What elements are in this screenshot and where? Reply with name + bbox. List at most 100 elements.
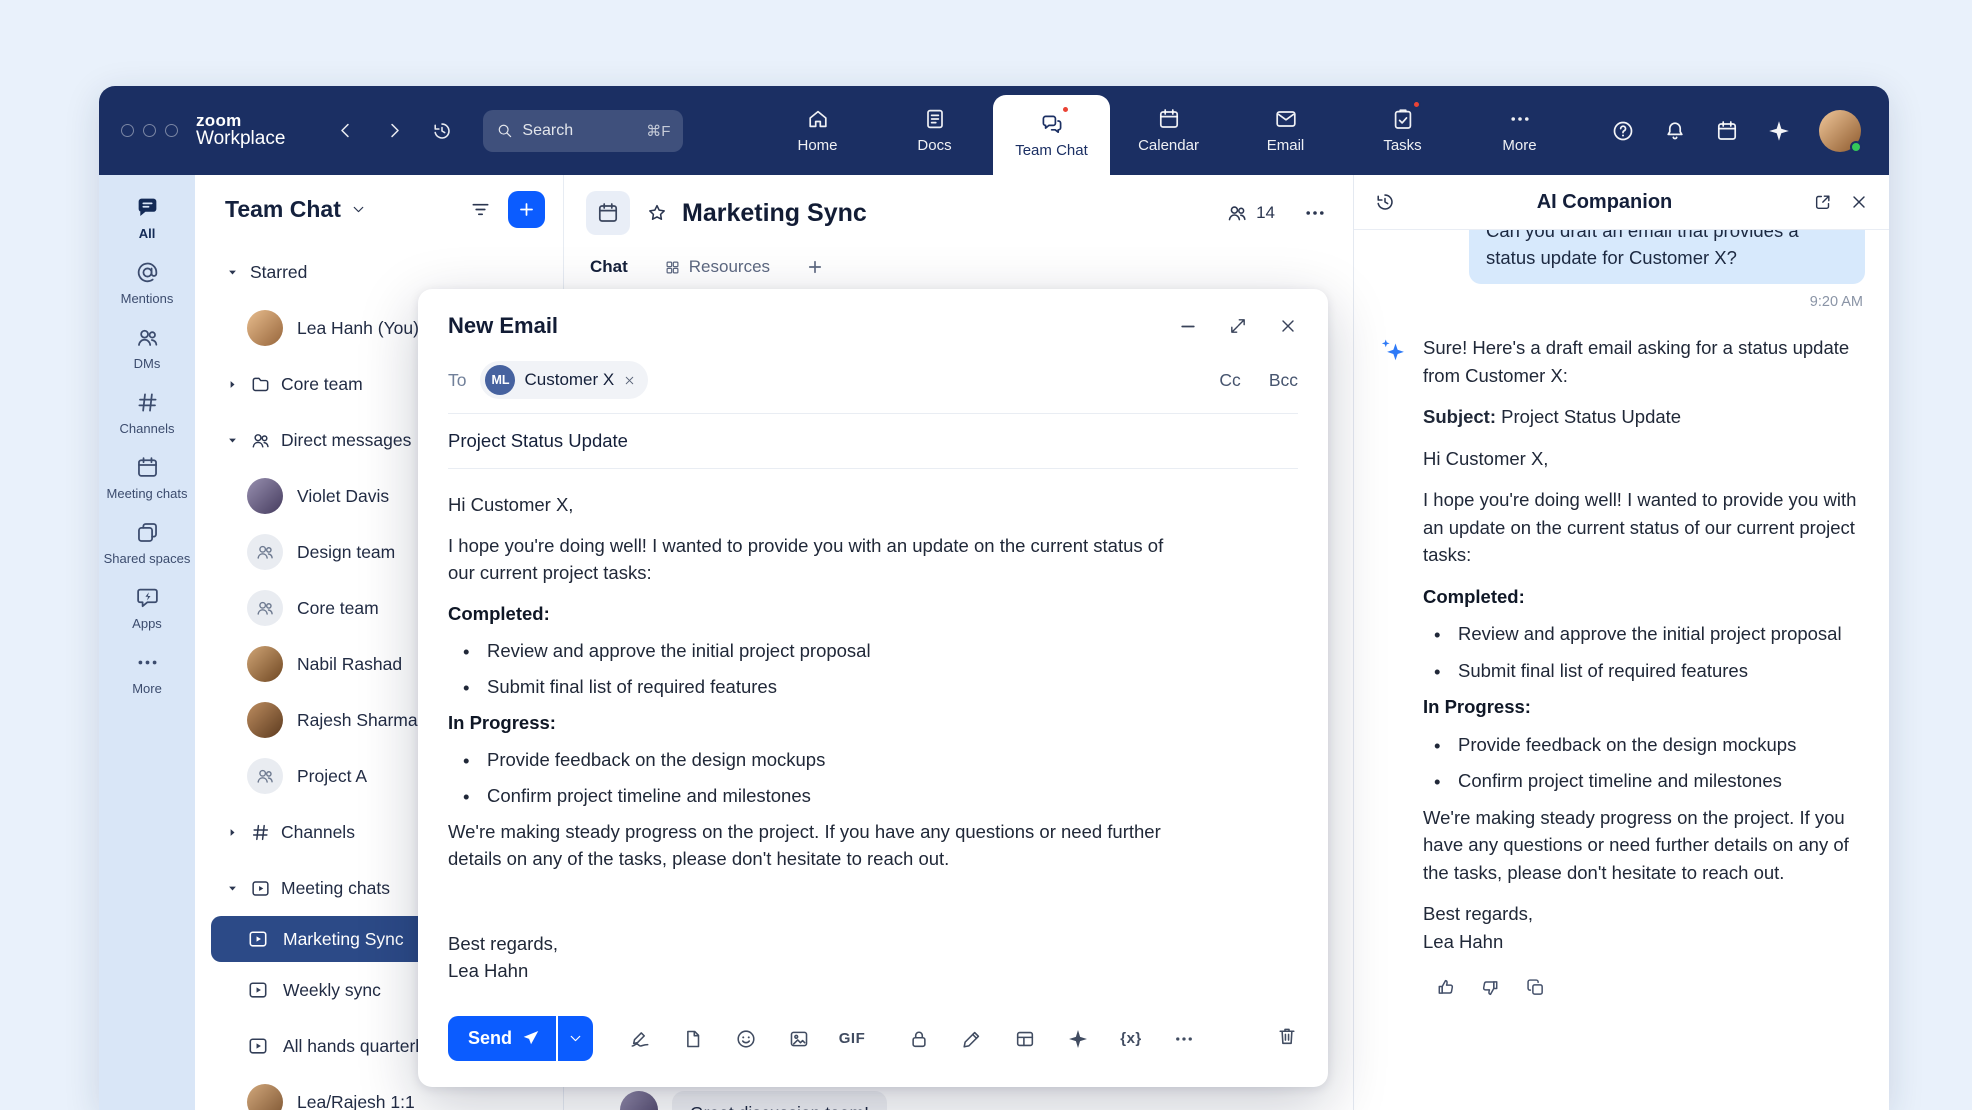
to-field[interactable]: To ML Customer X Cc Bcc — [448, 355, 1298, 414]
more-dots-icon — [1508, 107, 1532, 131]
bullet-item: •Submit final list of required features — [448, 673, 1188, 700]
image-button[interactable] — [788, 1028, 810, 1050]
close-icon[interactable] — [1849, 192, 1869, 212]
compose-body[interactable]: Hi Customer X,I hope you're doing well! … — [448, 469, 1188, 1002]
shared-icon — [135, 520, 160, 545]
tab-calendar[interactable]: Calendar — [1110, 86, 1227, 175]
user-avatar[interactable] — [1819, 110, 1861, 152]
tab-email[interactable]: Email — [1227, 86, 1344, 175]
text-line: Hi Customer X, — [1423, 445, 1865, 473]
bullet-dot: • — [462, 637, 475, 650]
ai-response-body: Sure! Here's a draft email asking for a … — [1423, 334, 1865, 955]
tab-more[interactable]: More — [1461, 86, 1578, 175]
tab-tasks[interactable]: Tasks — [1344, 86, 1461, 175]
bullet-dot: • — [1433, 620, 1446, 633]
remove-recipient-icon[interactable] — [623, 374, 636, 387]
rail-item-shared-spaces[interactable]: Shared spaces — [99, 520, 195, 567]
cc-button[interactable]: Cc — [1219, 370, 1240, 391]
bcc-button[interactable]: Bcc — [1269, 370, 1298, 391]
people-icon — [135, 325, 160, 350]
subject-field[interactable]: Project Status Update — [448, 414, 1298, 469]
tab-chat[interactable]: Chat — [590, 257, 628, 277]
sparkle-button[interactable] — [1067, 1028, 1089, 1050]
pencil-button[interactable] — [961, 1028, 983, 1050]
bullet-item: •Confirm project timeline and milestones — [1423, 767, 1865, 795]
meeting-icon — [247, 979, 269, 1001]
tab-label: Calendar — [1138, 137, 1199, 154]
rail-item-mentions[interactable]: Mentions — [99, 260, 195, 307]
table-icon — [1014, 1028, 1036, 1050]
chat-item-label: Marketing Sync — [283, 929, 404, 950]
bullet-text: Confirm project timeline and milestones — [487, 782, 811, 809]
text-line: Lea Hahn — [1423, 928, 1865, 956]
discard-button[interactable] — [1276, 1025, 1298, 1052]
more-options-icon[interactable] — [1303, 201, 1327, 225]
close-icon[interactable] — [1278, 316, 1298, 336]
open-in-new-icon[interactable] — [1813, 192, 1833, 212]
gif-button[interactable]: GIF — [841, 1028, 863, 1050]
chat-list-title[interactable]: Team Chat — [225, 196, 367, 223]
history-icon[interactable] — [431, 120, 453, 142]
people-icon — [255, 766, 275, 786]
emoji-button[interactable] — [735, 1028, 757, 1050]
back-icon[interactable] — [335, 120, 356, 141]
expand-icon[interactable] — [1228, 316, 1248, 336]
send-button[interactable]: Send — [448, 1016, 556, 1061]
sparkle-icon — [1067, 1028, 1089, 1050]
rail-item-all[interactable]: All — [99, 195, 195, 242]
tab-resources[interactable]: Resources — [664, 257, 770, 277]
more-dots-button[interactable] — [1173, 1028, 1195, 1050]
window-control-dot[interactable] — [121, 124, 134, 137]
table-button[interactable] — [1014, 1028, 1036, 1050]
chat-item-label: Starred — [250, 262, 307, 283]
add-tab-button[interactable] — [806, 258, 824, 276]
text-line: I hope you're doing well! I wanted to pr… — [448, 532, 1188, 586]
rail-item-label: DMs — [134, 357, 161, 372]
user-message-bubble: Can you draft an email that provides a s… — [1469, 230, 1865, 284]
rail-item-meeting-chats[interactable]: Meeting chats — [99, 455, 195, 502]
tab-docs[interactable]: Docs — [876, 86, 993, 175]
people-icon — [255, 542, 275, 562]
minimize-icon[interactable] — [1178, 316, 1198, 336]
ai-history-icon[interactable] — [1374, 191, 1396, 213]
members-button[interactable]: 14 — [1226, 202, 1275, 224]
help-icon[interactable] — [1611, 119, 1635, 143]
search-input[interactable]: Search ⌘F — [483, 110, 683, 152]
new-chat-button[interactable] — [508, 191, 545, 228]
chat-item-label: Violet Davis — [297, 486, 389, 507]
rail-item-apps[interactable]: Apps — [99, 585, 195, 632]
send-options-button[interactable] — [558, 1016, 593, 1061]
rail-item-channels[interactable]: Channels — [99, 390, 195, 437]
thumbs-down-icon[interactable] — [1480, 977, 1501, 998]
modal-title: New Email — [448, 313, 558, 339]
window-control-dot[interactable] — [143, 124, 156, 137]
thumbs-up-icon[interactable] — [1435, 977, 1456, 998]
forward-icon[interactable] — [384, 120, 405, 141]
tab-home[interactable]: Home — [759, 86, 876, 175]
window-control-dot[interactable] — [165, 124, 178, 137]
ai-conversation[interactable]: Can you draft an email that provides a s… — [1354, 230, 1889, 1110]
ai-companion-icon[interactable] — [1767, 119, 1791, 143]
template-button[interactable] — [682, 1028, 704, 1050]
meeting-icon — [247, 1035, 269, 1057]
chat-item-label: Nabil Rashad — [297, 654, 402, 675]
calendar-icon[interactable] — [1715, 119, 1739, 143]
window-controls[interactable] — [121, 124, 178, 137]
team-avatar — [247, 534, 283, 570]
grid-icon — [664, 259, 681, 276]
star-icon[interactable] — [646, 202, 668, 224]
recipient-chip[interactable]: ML Customer X — [480, 361, 648, 399]
caret-down-icon — [225, 433, 240, 448]
notifications-icon[interactable] — [1663, 119, 1687, 143]
variables-button[interactable]: {x} — [1120, 1028, 1142, 1050]
copy-icon[interactable] — [1525, 977, 1546, 998]
rail-item-more[interactable]: More — [99, 650, 195, 697]
rail-item-label: More — [132, 682, 162, 697]
rail-item-dms[interactable]: DMs — [99, 325, 195, 372]
tab-team-chat[interactable]: Team Chat — [993, 95, 1110, 175]
filter-icon[interactable] — [469, 198, 492, 221]
lock-button[interactable] — [908, 1028, 930, 1050]
signature-button[interactable] — [629, 1028, 651, 1050]
more-dots-icon — [1173, 1028, 1195, 1050]
chat-item-label: Project A — [297, 766, 367, 787]
